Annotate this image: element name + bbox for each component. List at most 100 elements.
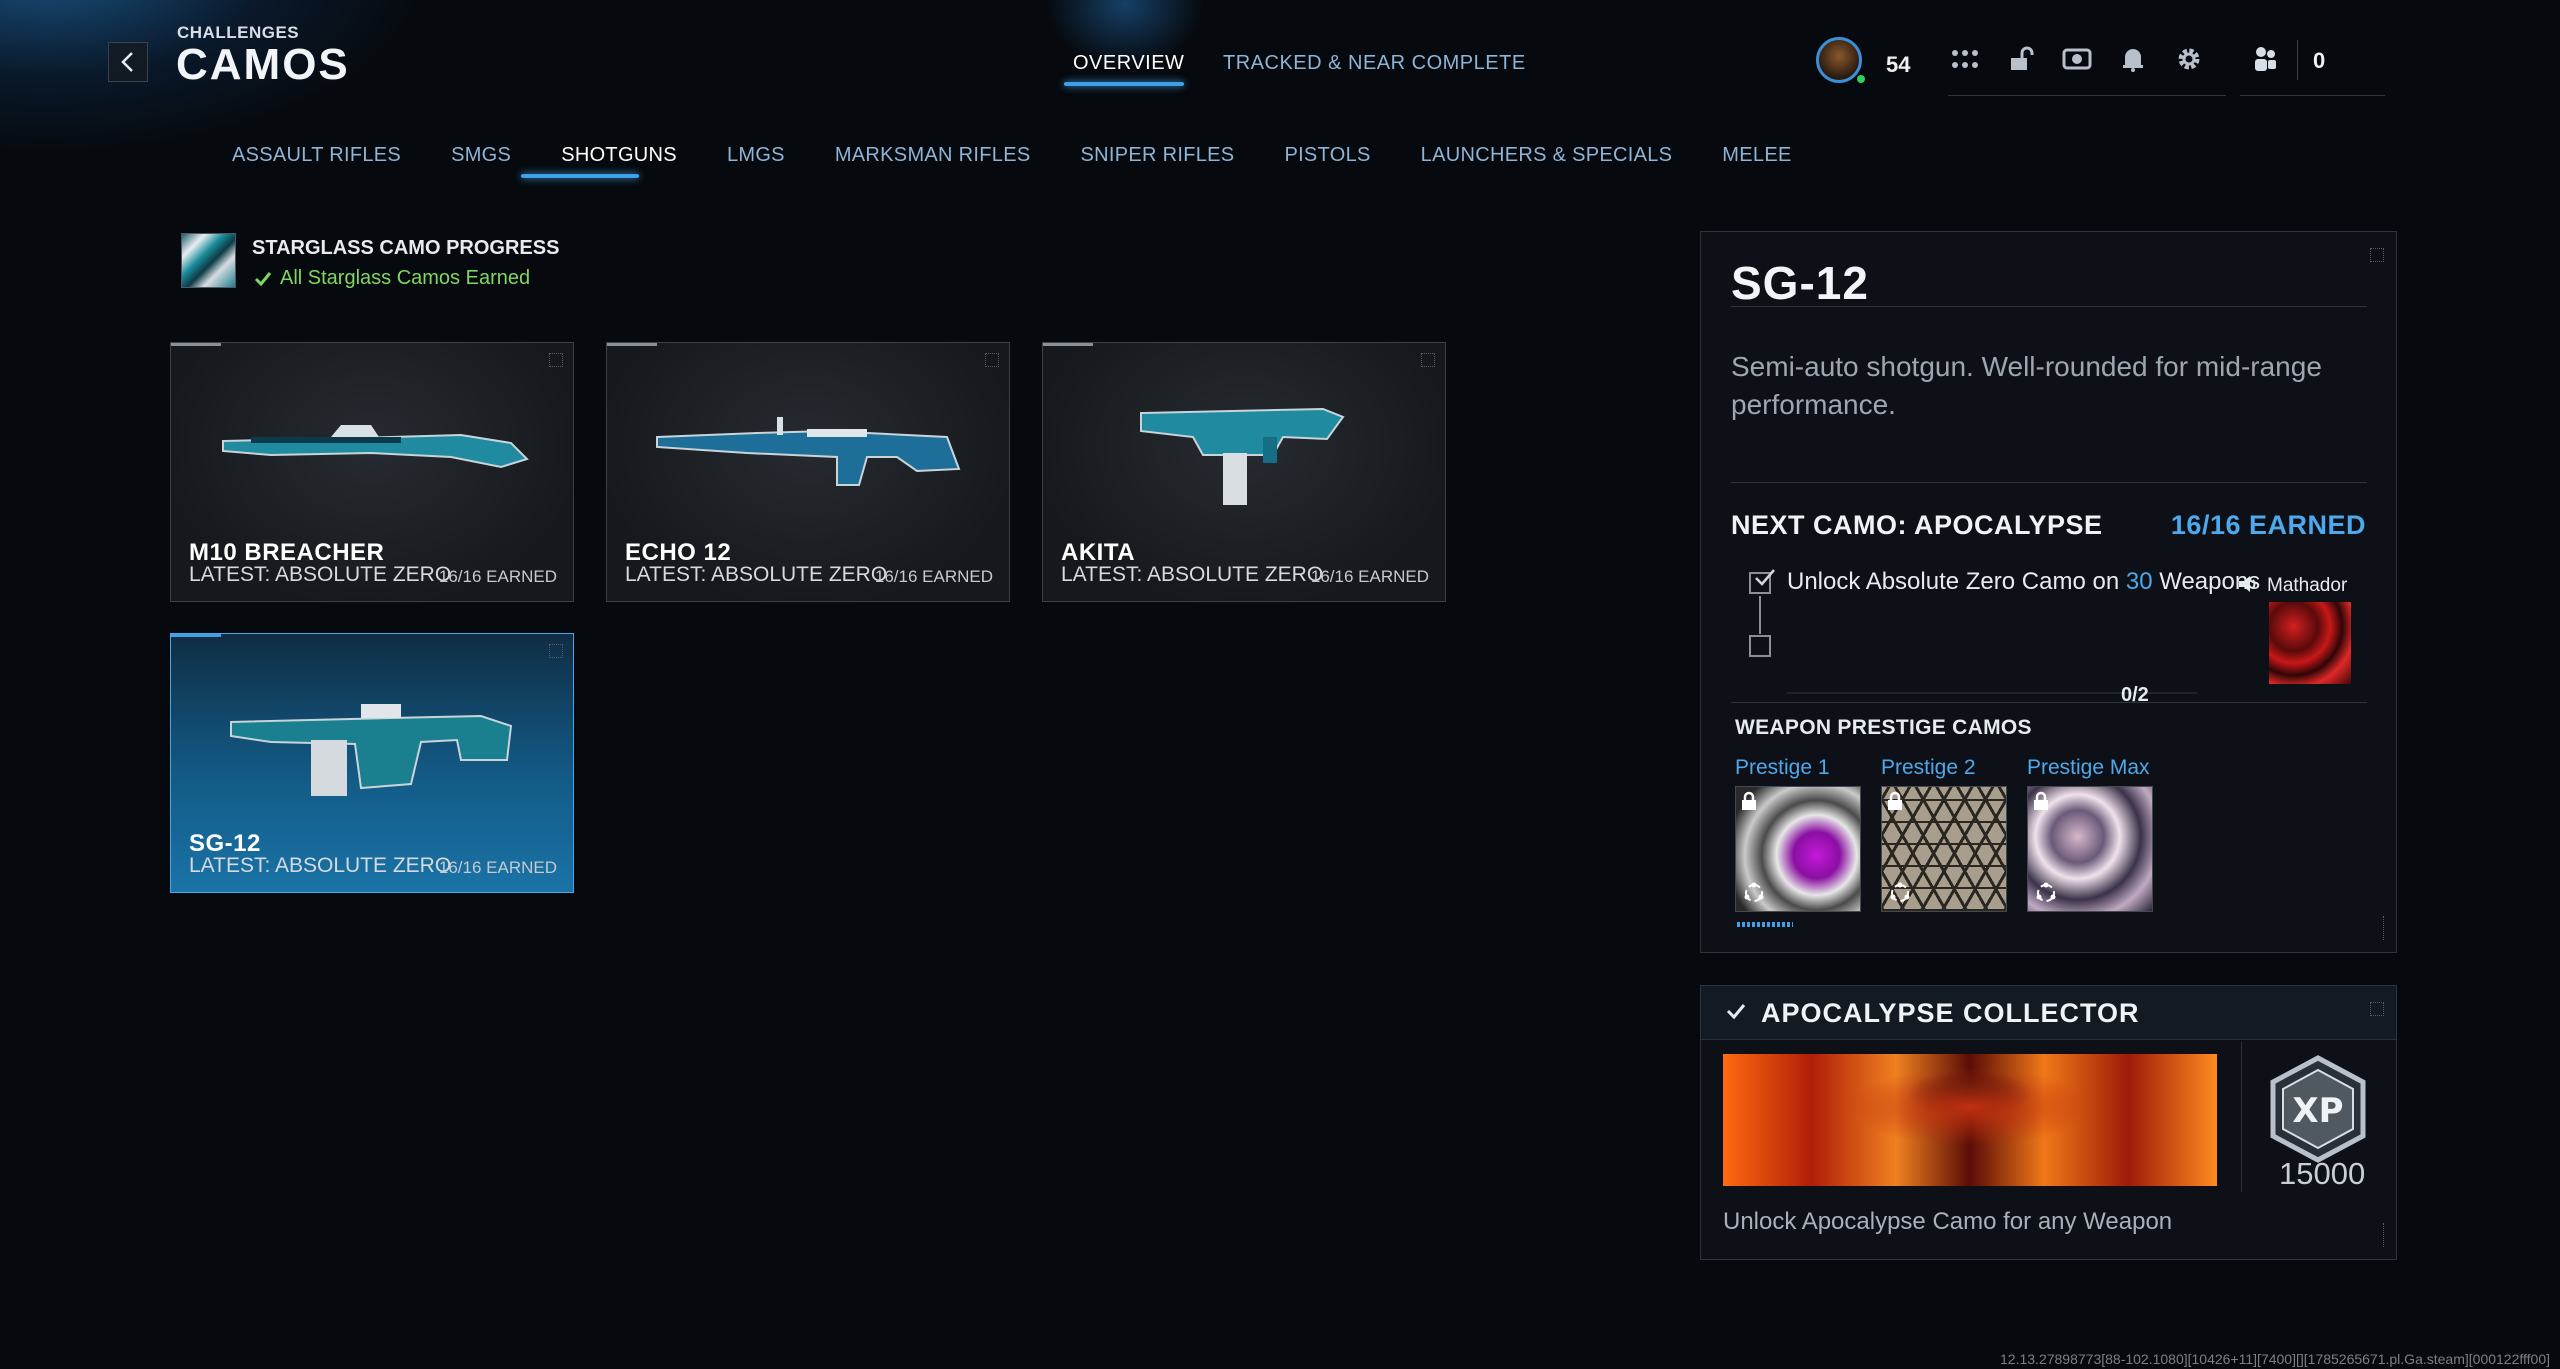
camo-name: Mathador [2267,575,2348,596]
online-status-dot [1855,73,1867,85]
prestige-cycle-icon [1744,882,1764,902]
svg-text:XP: XP [2292,1091,2343,1131]
category-tab-marksman-rifles[interactable]: MARKSMAN RIFLES [835,144,1031,167]
prestige-2-camo-tile[interactable] [1881,786,2007,912]
collector-description: Unlock Apocalypse Camo for any Weapon [1723,1208,2173,1235]
detail-weapon-description: Semi-auto shotgun. Well-rounded for mid-… [1731,351,2322,420]
xp-badge-icon: XP [2270,1055,2366,1163]
task-prefix: Unlock Absolute Zero Camo on [1787,568,2120,595]
category-tab-pistols[interactable]: PISTOLS [1284,144,1370,167]
next-camo-earned: 16/16 EARNED [2170,510,2366,540]
task-connector-line [1759,596,1761,634]
checkmark-icon [1752,566,1778,596]
lock-icon [1742,791,1756,810]
prestige-camos-title: WEAPON PRESTIGE CAMOS [1735,716,2032,739]
next-camo-title: NEXT CAMO: APOCALYPSE [1731,510,2103,540]
back-button[interactable] [108,42,148,82]
settings-gear-icon[interactable] [2172,44,2206,74]
lock-icon [1888,791,1902,810]
category-tab-melee[interactable]: MELEE [1722,144,1791,167]
starglass-status-text: All Starglass Camos Earned [280,267,531,289]
weapon-latest-camo: LATEST: ABSOLUTE ZERO [625,563,888,586]
category-tab-assault-rifles[interactable]: ASSAULT RIFLES [232,144,401,167]
category-tab-lmgs[interactable]: LMGS [727,144,785,167]
unlock-icon[interactable] [2004,44,2038,74]
card-progress-bar [171,634,221,637]
weapon-detail-panel: SG-12 Semi-auto shotgun. Well-rounded fo… [1700,231,2397,953]
lock-icon [2034,791,2048,810]
prestige-max-camo-tile[interactable] [2027,786,2153,912]
card-corner-icon [1421,353,1435,367]
task-count: 30 [2125,568,2153,595]
panel-corner-marker [2372,1223,2384,1247]
friends-icon[interactable] [2250,44,2284,74]
check-icon [1726,1004,1746,1020]
prestige-cycle-icon [1890,882,1910,902]
weapon-earned-count: 16/16 EARNED [874,567,993,586]
xp-reward-value: 15000 [2279,1156,2366,1191]
header-separator [2297,40,2298,80]
card-corner-icon [549,353,563,367]
starglass-camo-thumbnail [181,233,236,288]
weapon-earned-count: 16/16 EARNED [438,858,557,877]
task-progress-label: 0/2 [2121,684,2149,706]
divider [1731,306,2367,307]
header-divider [1948,95,2226,96]
category-active-indicator [521,174,639,178]
shotgun-image [222,425,529,469]
card-progress-bar [1043,343,1093,346]
category-tab-smgs[interactable]: SMGS [451,144,511,167]
prestige-max-label: Prestige Max [2027,756,2150,779]
detail-weapon-title: SG-12 [1731,257,1869,309]
panel-corner-marker [2372,916,2384,940]
camo-preview-swatch[interactable] [2269,602,2351,684]
category-tab-shotguns[interactable]: SHOTGUNS [561,144,677,167]
notification-bell-icon[interactable] [2116,44,2150,74]
weapon-card-akita[interactable]: AKITA LATEST: ABSOLUTE ZERO 16/16 EARNED [1042,342,1446,602]
shotgun-image [1140,407,1345,505]
tab-overview[interactable]: OVERVIEW [1073,52,1184,75]
prestige-1-camo-tile[interactable] [1735,786,1861,912]
weapon-card-sg-12[interactable]: SG-12 LATEST: ABSOLUTE ZERO 16/16 EARNED [170,633,574,893]
calling-card-image [1723,1054,2217,1186]
tab-active-indicator [1064,82,1184,86]
weapon-card-m10-breacher[interactable]: M10 BREACHER LATEST: ABSOLUTE ZERO 16/16… [170,342,574,602]
camo-task-text: Unlock Absolute Zero Camo on 30 Weapons [1787,568,2260,596]
panel-corner-icon [2370,1002,2384,1016]
build-version-string: 12.13.27898773[88-102.1080][10426+11][74… [2000,1351,2550,1367]
check-icon [254,271,272,286]
collector-title: APOCALYPSE COLLECTOR [1761,998,2140,1028]
task-checkbox-unchecked [1749,635,1771,657]
page-title: CAMOS [176,40,350,89]
weapon-earned-count: 16/16 EARNED [438,567,557,586]
player-level: 54 [1886,52,1911,77]
friends-count: 0 [2313,48,2326,73]
card-corner-icon [549,644,563,658]
divider [1731,482,2367,483]
chevron-left-icon [121,52,133,72]
category-tab-sniper-rifles[interactable]: SNIPER RIFLES [1080,144,1234,167]
prestige-1-label: Prestige 1 [1735,756,1830,779]
shotgun-image [656,417,961,486]
shotgun-image [230,704,513,796]
card-corner-icon [985,353,999,367]
weapon-category-tabs: ASSAULT RIFLES SMGS SHOTGUNS LMGS MARKSM… [232,144,1842,167]
speaker-icon[interactable] [2237,574,2261,594]
tab-tracked-near-complete[interactable]: TRACKED & NEAR COMPLETE [1223,52,1526,75]
weapon-card-echo-12[interactable]: ECHO 12 LATEST: ABSOLUTE ZERO 16/16 EARN… [606,342,1010,602]
weapon-latest-camo: LATEST: ABSOLUTE ZERO [189,854,452,877]
divider [1731,702,2367,703]
starglass-progress-status: All Starglass Camos Earned [254,267,530,290]
prestige-cycle-icon [2036,882,2056,902]
weapon-earned-count: 16/16 EARNED [1310,567,1429,586]
card-progress-bar [607,343,657,346]
panel-corner-icon [2370,248,2384,262]
card-progress-bar [171,343,221,346]
weapon-latest-camo: LATEST: ABSOLUTE ZERO [1061,563,1324,586]
apps-grid-icon[interactable] [1948,44,1982,74]
mastery-challenge-panel: APOCALYPSE COLLECTOR XP 15000 Unlock Apo… [1700,985,2397,1260]
category-tab-launchers-specials[interactable]: LAUNCHERS & SPECIALS [1421,144,1673,167]
starglass-progress-title: STARGLASS CAMO PROGRESS [252,237,560,259]
store-icon[interactable] [2060,44,2094,74]
prestige-progress-bar [1737,922,1793,927]
